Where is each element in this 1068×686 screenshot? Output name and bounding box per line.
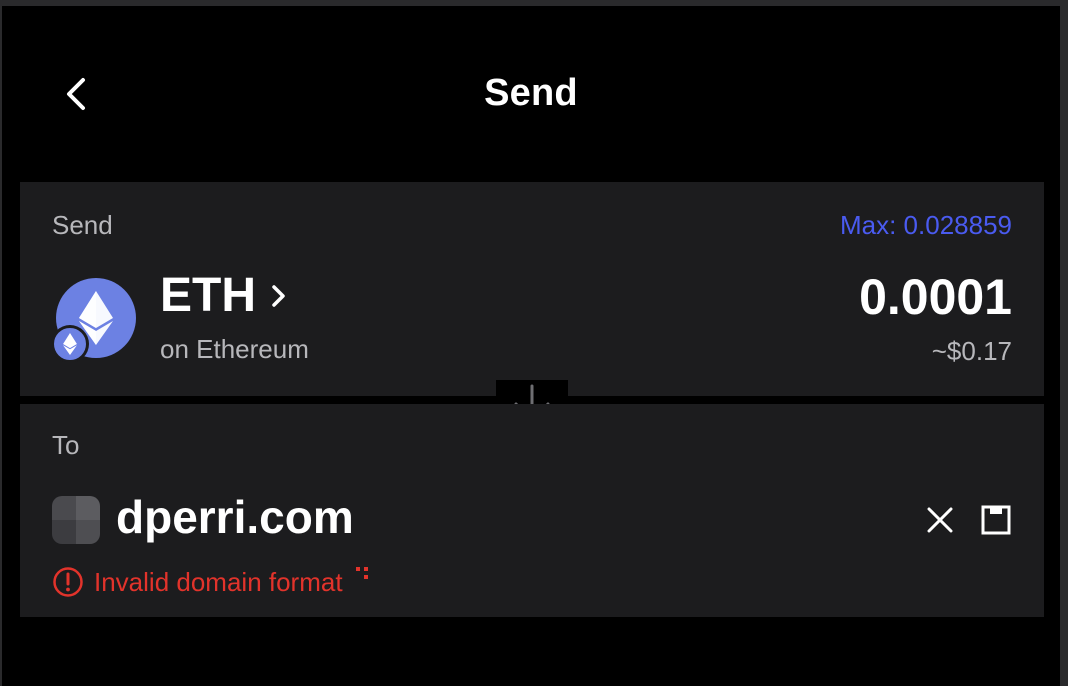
chain-badge (52, 326, 88, 362)
error-icon (53, 567, 83, 597)
token-network: on Ethereum (160, 334, 309, 364)
to-label: To (52, 430, 80, 460)
close-icon (927, 507, 953, 533)
token-symbol: ETH (160, 269, 256, 322)
error-message: Invalid domain format (52, 566, 371, 598)
recipient-avatar (52, 496, 100, 544)
ethereum-chain-icon (63, 333, 77, 355)
fiat-value: ~$0.17 (931, 336, 1012, 366)
clear-button[interactable] (920, 500, 960, 540)
send-window: Send Send Max: 0.028859 ETH on Ethereum … (0, 6, 1060, 686)
save-icon (981, 505, 1011, 535)
loading-icon (355, 567, 368, 579)
token-selector[interactable]: ETH (160, 268, 288, 323)
send-card: Send Max: 0.028859 ETH on Ethereum 0.000… (20, 182, 1044, 396)
header: Send (2, 6, 1060, 176)
recipient-card: To Invalid domain format (20, 404, 1044, 617)
error-text: Invalid domain format (94, 566, 343, 597)
save-address-button[interactable] (976, 500, 1016, 540)
max-button[interactable]: Max: 0.028859 (840, 210, 1012, 241)
page-title: Send (484, 72, 578, 114)
send-label: Send (52, 210, 113, 240)
chevron-right-icon (272, 284, 285, 307)
recipient-input[interactable] (116, 490, 816, 544)
amount-value[interactable]: 0.0001 (859, 268, 1012, 326)
